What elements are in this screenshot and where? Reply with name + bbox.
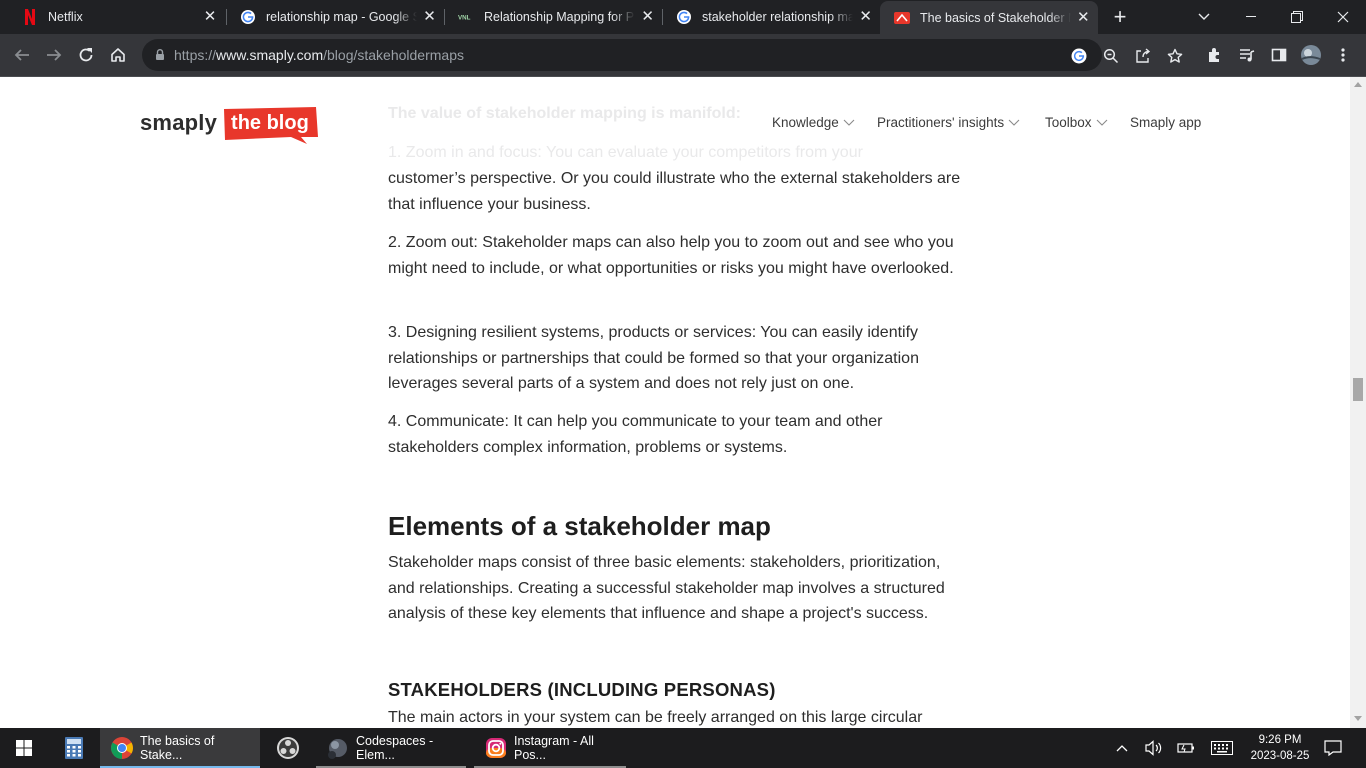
- browser-toolbar: https://www.smaply.com/blog/stakeholderm…: [0, 34, 1366, 77]
- scrollbar-thumb[interactable]: [1353, 378, 1363, 401]
- paragraph-elements-intro: Stakeholder maps consist of three basic …: [388, 554, 945, 623]
- nav-smaply-app[interactable]: Smaply app: [1130, 115, 1201, 130]
- vnl-icon: VNL: [458, 9, 474, 25]
- tab-title: relationship map - Google Search: [266, 10, 418, 24]
- google-icon: [676, 9, 692, 25]
- new-tab-icon[interactable]: +: [1106, 0, 1134, 34]
- tab-title: Relationship Mapping for Public Health: [484, 10, 635, 24]
- close-tab-icon[interactable]: ✕: [859, 9, 872, 25]
- taskbar-app-label: Codespaces - Elem...: [356, 734, 434, 762]
- minimize-icon[interactable]: [1228, 0, 1274, 34]
- scroll-down-arrow-icon[interactable]: [1354, 716, 1362, 722]
- media-control-icon[interactable]: [1232, 40, 1262, 70]
- chevron-down-icon: [1096, 119, 1107, 126]
- battery-power-icon[interactable]: [1174, 728, 1198, 768]
- section-heading-elements: Elements of a stakeholder map: [388, 511, 771, 541]
- close-window-icon[interactable]: [1320, 0, 1366, 34]
- taskbar-app-label: The basics of Stake...: [140, 734, 215, 762]
- notifications-icon[interactable]: [1320, 728, 1346, 768]
- extensions-icon[interactable]: [1200, 40, 1230, 70]
- paragraph-zoom-out: 2. Zoom out: Stakeholder maps can also h…: [388, 234, 954, 277]
- windows-start-icon[interactable]: [0, 728, 48, 768]
- calculator-icon[interactable]: [56, 728, 92, 768]
- close-tab-icon[interactable]: ✕: [1077, 9, 1090, 26]
- share-icon[interactable]: [1132, 45, 1154, 67]
- instagram-icon: [484, 736, 508, 760]
- tab-google-search-1[interactable]: relationship map - Google Search ✕: [226, 0, 444, 34]
- close-tab-icon[interactable]: ✕: [423, 9, 436, 25]
- taskbar-codespaces-window[interactable]: Codespaces - Elem...: [316, 728, 466, 768]
- taskbar-instagram-window[interactable]: Instagram - All Pos...: [474, 728, 626, 768]
- chevron-down-icon: [843, 119, 855, 126]
- zoom-icon[interactable]: [1100, 45, 1122, 67]
- bookmark-star-icon[interactable]: [1164, 45, 1186, 67]
- web-page: The value of stakeholder mapping is mani…: [0, 77, 1350, 728]
- close-tab-icon[interactable]: ✕: [641, 9, 654, 25]
- taskbar-app-label: Instagram - All Pos...: [514, 734, 594, 762]
- side-panel-icon[interactable]: [1264, 40, 1294, 70]
- home-icon[interactable]: [103, 40, 133, 70]
- page-scrollbar[interactable]: [1350, 77, 1366, 728]
- tab-stakeholder-maps-active[interactable]: The basics of Stakeholder Maps ✕: [880, 1, 1098, 34]
- volume-icon[interactable]: [1142, 728, 1166, 768]
- chevron-down-icon: [1008, 119, 1020, 126]
- windows-taskbar: The basics of Stake... Codespaces - Elem…: [0, 728, 1366, 768]
- forward-icon[interactable]: [39, 40, 69, 70]
- smaply-brand-text: smaply: [140, 110, 218, 135]
- nav-practitioners-insights[interactable]: Practitioners' insights: [877, 115, 1020, 130]
- smaply-blog-logo[interactable]: smaply the blog: [140, 107, 319, 145]
- obs-icon[interactable]: [268, 728, 308, 768]
- subheading-stakeholders: STAKEHOLDERS (INCLUDING PERSONAS): [388, 679, 776, 700]
- tab-title: Netflix: [48, 10, 83, 24]
- restore-icon[interactable]: [1274, 0, 1320, 34]
- tab-relationship-mapping[interactable]: VNL Relationship Mapping for Public Heal…: [444, 0, 662, 34]
- svg-text:VNL: VNL: [458, 15, 471, 22]
- profile-avatar-icon[interactable]: [1296, 40, 1326, 70]
- codespaces-icon: [326, 736, 350, 760]
- reload-icon[interactable]: [71, 40, 101, 70]
- tray-overflow-chevron-icon[interactable]: [1110, 728, 1134, 768]
- google-lens-icon[interactable]: [1068, 45, 1090, 67]
- tab-title: The basics of Stakeholder Maps: [920, 10, 1071, 25]
- taskbar-chrome-window[interactable]: The basics of Stake...: [100, 728, 260, 768]
- paragraph-zoom-in-continued: customer’s perspective. Or you could ill…: [388, 170, 961, 213]
- keyboard-icon[interactable]: [1208, 728, 1236, 768]
- close-tab-icon[interactable]: ✕: [202, 9, 218, 25]
- blog-badge: the blog: [221, 107, 319, 145]
- browser-tab-strip: Netflix ✕ relationship map - Google Sear…: [0, 0, 1366, 34]
- google-icon: [240, 9, 256, 25]
- faded-list-text: 1. Zoom in and focus: You can evaluate y…: [388, 144, 863, 161]
- blog-badge-text: the blog: [231, 112, 309, 134]
- clock-time: 9:26 PM: [1258, 734, 1302, 746]
- nav-knowledge[interactable]: Knowledge: [772, 115, 855, 130]
- paragraph-resilient-systems: 3. Designing resilient systems, products…: [388, 324, 919, 393]
- tab-title: stakeholder relationship map - Google Se…: [702, 10, 854, 24]
- paragraph-communicate: 4. Communicate: It can help you communic…: [388, 413, 883, 456]
- chrome-menu-icon[interactable]: [1328, 40, 1358, 70]
- netflix-icon: [22, 9, 38, 25]
- tab-netflix[interactable]: Netflix ✕: [8, 0, 226, 34]
- url-text[interactable]: https://www.smaply.com/blog/stakeholderm…: [174, 47, 464, 63]
- tab-search-icon[interactable]: [1192, 0, 1216, 34]
- scroll-up-arrow-icon[interactable]: [1354, 81, 1362, 87]
- nav-toolbox[interactable]: Toolbox: [1045, 115, 1108, 130]
- lock-icon[interactable]: [152, 47, 168, 63]
- tab-google-search-2[interactable]: stakeholder relationship map - Google Se…: [662, 0, 880, 34]
- chrome-icon: [110, 736, 134, 760]
- address-bar[interactable]: https://www.smaply.com/blog/stakeholderm…: [142, 39, 1183, 71]
- clock-date: 2023-08-25: [1250, 750, 1310, 762]
- back-icon[interactable]: [7, 40, 37, 70]
- smaply-icon: [894, 10, 910, 26]
- paragraph-main-actors: The main actors in your system can be fr…: [388, 709, 923, 726]
- taskbar-clock[interactable]: 9:26 PM 2023-08-25: [1238, 732, 1322, 764]
